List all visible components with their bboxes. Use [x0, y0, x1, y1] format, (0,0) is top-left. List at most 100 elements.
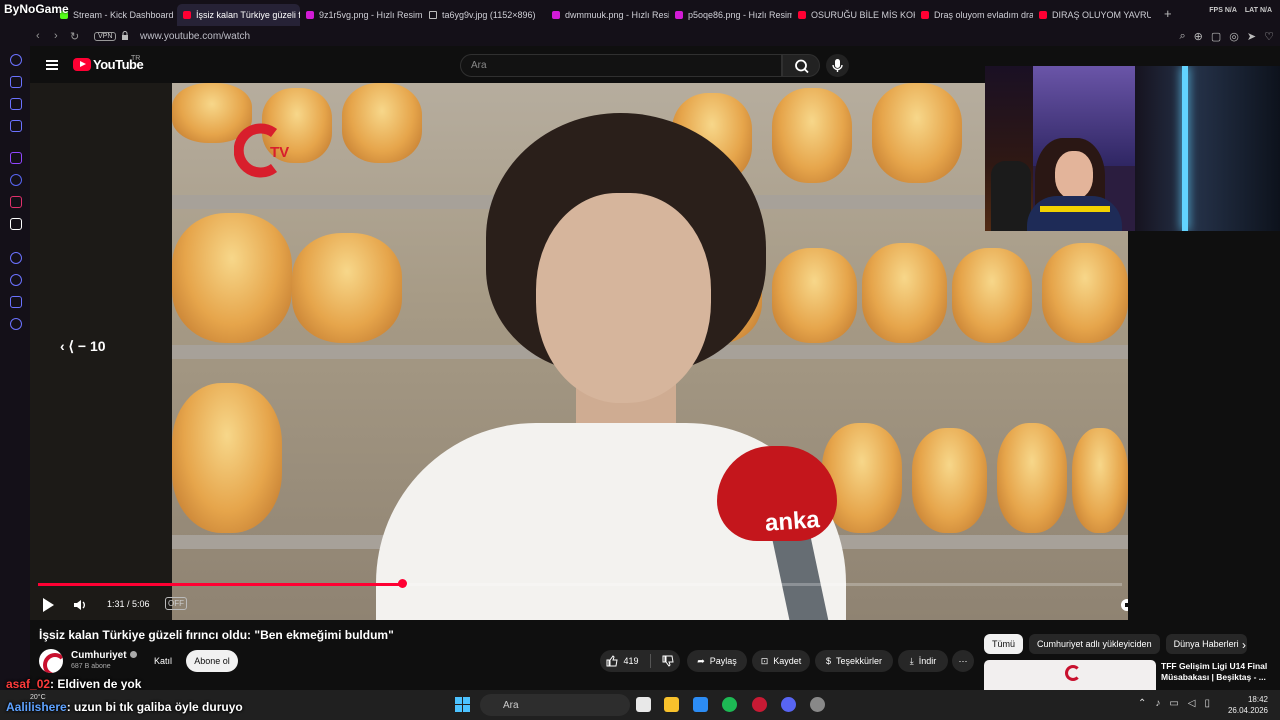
lock-icon	[122, 31, 128, 40]
hamburger-menu-icon[interactable]	[46, 60, 58, 70]
tab-image-1[interactable]: 9z1r5vg.png - Hızlı Resim	[300, 4, 423, 26]
url-field[interactable]: www.youtube.com/watch	[140, 31, 250, 42]
tab-label: p5oqe86.png - Hızlı Resim	[688, 10, 792, 20]
tab-youtube-4[interactable]: DIRAŞ OLUYOM YAVRUM	[1033, 4, 1151, 26]
taskbar-search[interactable]: Ara	[480, 694, 630, 716]
tab-youtube-3[interactable]: Draş oluyom evladım dra	[915, 4, 1033, 26]
spotify-icon[interactable]	[722, 697, 737, 712]
image-icon	[552, 11, 560, 19]
tab-image-3[interactable]: dwmmuuk.png - Hızlı Resim	[546, 4, 669, 26]
mic-tray-icon[interactable]: ♪	[1155, 698, 1160, 709]
new-tab-button[interactable]: +	[1164, 6, 1172, 21]
bread-loaf	[1072, 428, 1128, 533]
wc-face	[1055, 151, 1093, 199]
youtube-logo-icon[interactable]	[73, 58, 91, 71]
snapshot-icon[interactable]: ▢	[1211, 30, 1221, 43]
tab-label: ta6yg9v.jpg (1152×896)	[442, 10, 536, 20]
bread-loaf	[872, 83, 962, 183]
discord-icon[interactable]	[10, 174, 22, 186]
twitch-icon[interactable]	[10, 152, 22, 164]
obs-icon[interactable]	[810, 697, 825, 712]
video-title: İşsiz kalan Türkiye güzeli fırıncı oldu:…	[39, 628, 394, 642]
workspace-icon[interactable]	[10, 76, 22, 88]
seek-back-indicator: ‹ ⟨ − 10	[60, 338, 106, 354]
chip-all[interactable]: Tümü	[984, 634, 1024, 654]
tab-label: 9z1r5vg.png - Hızlı Resim	[319, 10, 423, 20]
messenger-icon[interactable]	[10, 98, 22, 110]
task-view-icon[interactable]	[636, 697, 651, 712]
tab-youtube-video[interactable]: İşsiz kalan Türkiye güzeli f	[177, 4, 300, 26]
chat-text: : Eldiven de yok	[50, 677, 142, 691]
share-button[interactable]: ➦ Paylaş	[687, 650, 747, 672]
progress-scrubber[interactable]	[397, 579, 407, 588]
share-icon: ➦	[697, 655, 705, 666]
chat-message: Aalilishere: uzun bi tık galiba öyle dur…	[6, 700, 243, 714]
subscriber-count: 687 B abone	[71, 663, 111, 670]
channel-avatar[interactable]	[39, 649, 63, 673]
save-button[interactable]: ⊡ Kaydet	[752, 650, 810, 672]
opera-gx-icon[interactable]	[752, 697, 767, 712]
recommended-title[interactable]: TFF Gelişim Ligi U14 Final Müsabakası | …	[1161, 661, 1273, 683]
system-clock[interactable]: 18:42 26.04.2026	[1228, 694, 1268, 716]
like-dislike-group: 419	[600, 650, 680, 672]
address-bar: ‹ › ↻ VPN www.youtube.com/watch ⌕ ⊕ ▢ ◎ …	[0, 28, 1280, 46]
app-icon[interactable]	[693, 697, 708, 712]
instagram-icon[interactable]	[10, 196, 22, 208]
thumbs-down-icon[interactable]	[662, 655, 674, 667]
miniplayer-toggle-icon[interactable]	[1120, 598, 1128, 612]
video-player[interactable]: anka TV anka ‹ ⟨ − 10 1:31 / 5:06 OFF	[30, 83, 1128, 620]
network-icon[interactable]: ▭	[1169, 698, 1178, 709]
volume-icon[interactable]	[73, 598, 87, 612]
tab-image-4[interactable]: p5oqe86.png - Hızlı Resim	[669, 4, 792, 26]
like-button[interactable]: 419	[606, 655, 639, 667]
shield-icon[interactable]: ◎	[1229, 30, 1239, 43]
history-icon[interactable]	[10, 274, 22, 286]
voice-search-button[interactable]	[826, 54, 849, 77]
tab-youtube-2[interactable]: OSURUĞU BİLE MİS KOKU	[792, 4, 915, 26]
channel-name[interactable]: Cumhuriyet	[71, 650, 137, 661]
channel-name-text[interactable]: Cumhuriyet	[71, 650, 127, 661]
ctv-logo-text: TV	[270, 144, 289, 161]
chip-scroll-right-icon[interactable]: ›	[1242, 638, 1246, 652]
send-icon[interactable]: ➤	[1247, 30, 1256, 43]
like-count: 419	[623, 656, 639, 666]
progress-bar[interactable]	[38, 579, 1122, 588]
chip-uploader[interactable]: Cumhuriyet adlı yükleyiciden	[1029, 634, 1160, 654]
search-input[interactable]	[460, 54, 782, 77]
chip-world-news[interactable]: Dünya Haberleri	[1165, 634, 1247, 654]
player-icon[interactable]	[10, 252, 22, 264]
discord-icon[interactable]	[781, 697, 796, 712]
search-button[interactable]	[782, 54, 820, 77]
vpn-badge[interactable]: VPN	[94, 32, 117, 41]
recommended-thumbnail[interactable]	[984, 660, 1156, 692]
back-icon[interactable]: ‹	[36, 30, 40, 42]
reload-icon[interactable]: ↻	[70, 30, 79, 43]
tab-image-2[interactable]: ta6yg9v.jpg (1152×896)	[423, 4, 546, 26]
tab-label: DIRAŞ OLUYOM YAVRUM	[1052, 10, 1151, 20]
heart-icon[interactable]: ♡	[1264, 30, 1274, 43]
search-icon[interactable]: ⌕	[1180, 30, 1186, 43]
battery-icon[interactable]: ▯	[1204, 698, 1210, 709]
settings-icon[interactable]	[10, 318, 22, 330]
download-button[interactable]: ⤓ İndir	[898, 650, 948, 672]
zoom-icon[interactable]: ⊕	[1194, 30, 1203, 43]
subscribe-button[interactable]: Abone ol	[186, 650, 238, 672]
subscribe-label: Abone ol	[194, 656, 230, 666]
join-button[interactable]: Katıl	[145, 650, 181, 672]
extensions-icon[interactable]	[10, 296, 22, 308]
tab-label: OSURUĞU BİLE MİS KOKU	[811, 10, 915, 20]
more-actions-button[interactable]: ⋯	[952, 650, 974, 672]
play-button[interactable]	[43, 598, 54, 612]
aria-icon[interactable]	[10, 54, 22, 66]
mail-icon[interactable]	[10, 120, 22, 132]
x-icon[interactable]	[10, 218, 22, 230]
windows-start-icon[interactable]	[455, 697, 470, 712]
speaker-icon[interactable]: ◁	[1188, 698, 1196, 709]
tray-chevron-icon[interactable]: ⌃	[1138, 698, 1146, 709]
time-display: 1:31 / 5:06	[107, 599, 150, 609]
forward-icon[interactable]: ›	[54, 30, 58, 42]
thanks-button[interactable]: $ Teşekkürler	[815, 650, 893, 672]
browser-tools: ⌕ ⊕ ▢ ◎ ➤ ♡	[1180, 30, 1275, 43]
autoplay-toggle[interactable]: OFF	[165, 597, 187, 610]
file-explorer-icon[interactable]	[664, 697, 679, 712]
